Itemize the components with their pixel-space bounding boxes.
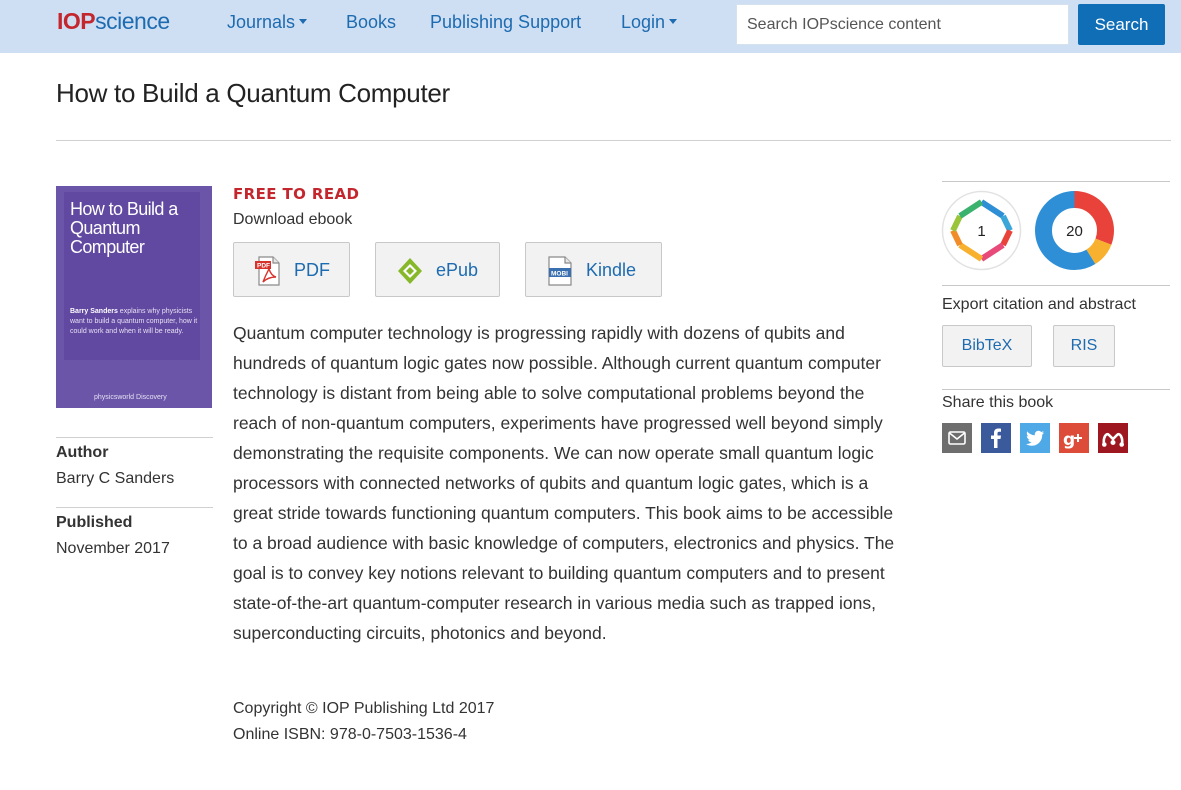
- published-label: Published: [56, 514, 133, 531]
- nav-login-dropdown[interactable]: Login: [621, 12, 678, 33]
- download-ebook-label: Download ebook: [233, 211, 353, 228]
- search-button[interactable]: Search: [1078, 4, 1165, 45]
- isbn-text: Online ISBN: 978-0-7503-1536-4: [233, 726, 467, 743]
- caret-down-icon: [669, 19, 678, 24]
- page-title: How to Build a Quantum Computer: [56, 78, 450, 108]
- cover-blurb: Barry Sanders explains why physicists wa…: [70, 308, 198, 335]
- twitter-icon[interactable]: [1020, 423, 1050, 453]
- nav-journals-label: Journals: [227, 12, 296, 32]
- published-date: November 2017: [56, 540, 170, 557]
- free-to-read-label: FREE TO READ: [233, 185, 360, 203]
- download-pdf-label: PDF: [294, 260, 330, 280]
- iopscience-logo[interactable]: IOPscience: [57, 8, 170, 35]
- nav-login-label: Login: [621, 12, 666, 32]
- caret-down-icon: [299, 19, 308, 24]
- svg-text:g: g: [1063, 430, 1075, 450]
- copyright-text: Copyright © IOP Publishing Ltd 2017: [233, 700, 495, 717]
- divider: [56, 437, 213, 438]
- altmetric-donut-icon[interactable]: 20: [1034, 190, 1115, 271]
- cover-title: How to Build a Quantum Computer: [70, 199, 178, 257]
- facebook-icon[interactable]: [981, 423, 1011, 453]
- cover-brand: physicsworld Discovery: [94, 394, 167, 401]
- nav-publishing-support-link[interactable]: Publishing Support: [430, 12, 581, 33]
- svg-text:PDF: PDF: [257, 263, 270, 270]
- export-ris-button[interactable]: RIS: [1053, 325, 1115, 367]
- download-kindle-label: Kindle: [586, 260, 637, 280]
- mobi-icon: MOBI: [548, 256, 572, 286]
- download-pdf-button[interactable]: PDF PDF: [233, 242, 350, 297]
- epub-icon: [398, 258, 422, 284]
- author-name: Barry C Sanders: [56, 470, 175, 487]
- nav-journals-dropdown[interactable]: Journals: [227, 12, 308, 33]
- divider: [942, 285, 1170, 286]
- divider: [942, 389, 1170, 390]
- share-book-label: Share this book: [942, 394, 1054, 411]
- email-icon[interactable]: [942, 423, 972, 453]
- divider: [942, 181, 1170, 182]
- top-navbar: IOPscience Journals Books Publishing Sup…: [0, 0, 1181, 53]
- book-abstract: Quantum computer technology is progressi…: [233, 323, 895, 643]
- google-plus-icon[interactable]: g: [1059, 423, 1089, 453]
- divider: [56, 140, 1171, 141]
- author-label: Author: [56, 444, 109, 461]
- divider: [56, 507, 213, 508]
- download-kindle-button[interactable]: MOBI Kindle: [525, 242, 662, 297]
- export-citation-label: Export citation and abstract: [942, 296, 1136, 313]
- dimensions-badge-icon[interactable]: 1: [941, 190, 1022, 271]
- altmetric-score: 20: [1066, 223, 1083, 240]
- download-epub-label: ePub: [436, 260, 479, 280]
- svg-text:MOBI: MOBI: [551, 270, 568, 277]
- dimensions-count: 1: [977, 223, 985, 240]
- book-cover-image: How to Build a Quantum Computer Barry Sa…: [56, 186, 212, 408]
- export-bibtex-button[interactable]: BibTeX: [942, 325, 1032, 367]
- mendeley-icon[interactable]: [1098, 423, 1128, 453]
- search-input[interactable]: [736, 4, 1069, 45]
- download-epub-button[interactable]: ePub: [375, 242, 500, 297]
- pdf-icon: PDF: [255, 256, 280, 286]
- nav-books-link[interactable]: Books: [346, 12, 396, 33]
